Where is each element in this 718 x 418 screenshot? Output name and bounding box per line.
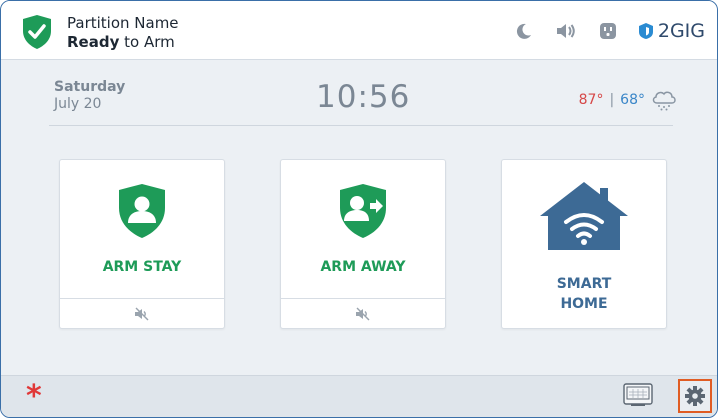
settings-button[interactable] <box>678 379 712 413</box>
weekday: Saturday <box>54 79 126 95</box>
divider <box>49 125 673 126</box>
arm-away-silent-toggle[interactable] <box>281 298 445 328</box>
keypad-icon[interactable] <box>623 383 653 407</box>
smart-home-label: SMART HOME <box>502 274 666 314</box>
arm-stay-button[interactable]: ARM STAY <box>59 159 225 329</box>
date-display: Saturday July 20 <box>54 79 125 113</box>
header-icons: 2GIG <box>512 19 705 43</box>
house-wifi-icon <box>540 182 628 250</box>
brand-logo-icon <box>638 23 653 39</box>
header-bar: Partition Name Ready to Arm 2GIG <box>1 1 717 60</box>
arm-away-button[interactable]: ARM AWAY <box>280 159 446 329</box>
temp-separator: | <box>609 92 615 108</box>
moon-icon[interactable] <box>512 19 536 43</box>
temp-high: 87° <box>578 92 604 108</box>
smart-home-button[interactable]: SMART HOME <box>501 159 667 329</box>
smart-home-label-line1: SMART <box>556 276 612 292</box>
smart-home-label-line2: HOME <box>560 296 608 312</box>
partition-name: Partition Name <box>67 14 179 32</box>
outlet-icon[interactable] <box>596 19 620 43</box>
shield-person-icon <box>119 184 165 238</box>
arm-stay-silent-toggle[interactable] <box>60 298 224 328</box>
panel-frame: Partition Name Ready to Arm 2GIG Saturda… <box>0 0 718 418</box>
gear-icon <box>685 386 705 406</box>
shield-person-arrow-icon <box>340 184 386 238</box>
speaker-icon[interactable] <box>554 19 578 43</box>
date: July 20 <box>54 96 102 112</box>
arm-stay-label: ARM STAY <box>102 259 182 275</box>
speaker-muted-icon <box>135 307 149 320</box>
arm-status-rest: to Arm <box>119 33 175 51</box>
brand-logo: 2GIG <box>638 20 705 42</box>
arm-status: Ready to Arm <box>67 33 179 52</box>
speaker-muted-icon <box>356 307 370 320</box>
weather-display[interactable]: 87° | 68° <box>579 89 677 111</box>
arm-status-bold: Ready <box>67 33 120 51</box>
clock: 10:56 <box>316 79 411 115</box>
temp-low: 68° <box>620 92 645 108</box>
arm-away-label: ARM AWAY <box>320 259 406 275</box>
brand-name: 2GIG <box>657 20 705 42</box>
footer-bar: * <box>1 375 717 417</box>
ready-shield-icon <box>23 15 51 49</box>
snow-cloud-icon <box>652 91 676 111</box>
emergency-icon[interactable]: * <box>26 382 42 412</box>
partition-info: Partition Name Ready to Arm <box>67 14 179 52</box>
